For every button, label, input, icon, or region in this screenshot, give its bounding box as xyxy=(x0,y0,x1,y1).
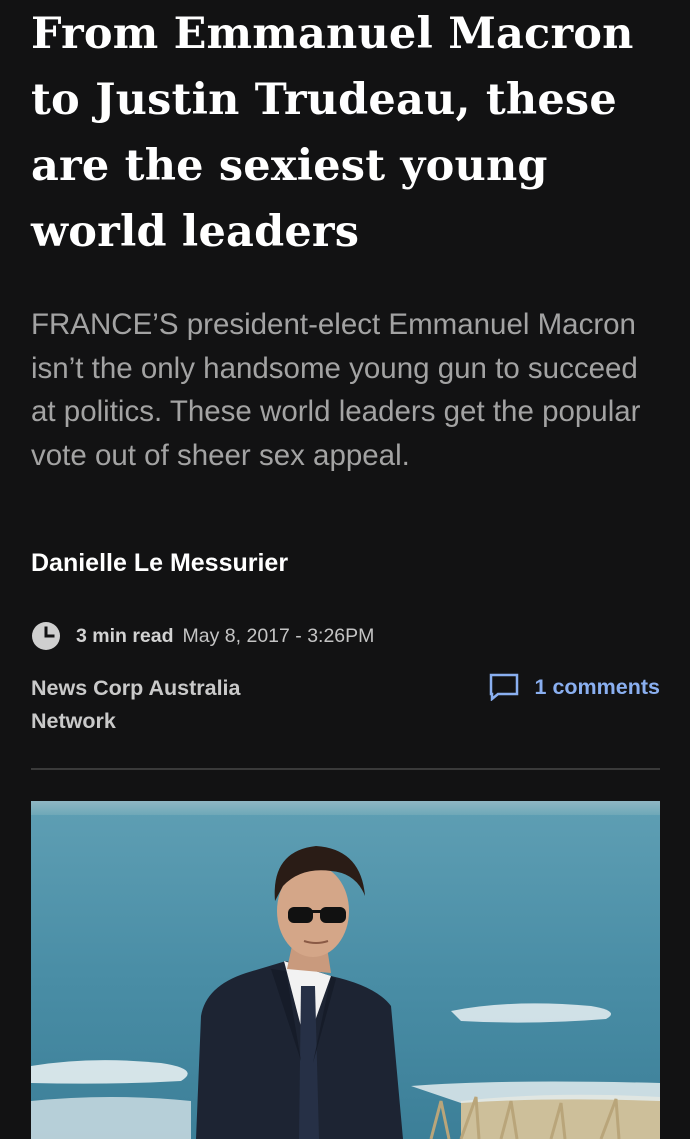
hero-image[interactable] xyxy=(31,801,660,1139)
divider xyxy=(31,768,660,770)
standfirst: FRANCE’S president-elect Emmanuel Macron… xyxy=(31,308,641,472)
comments-link[interactable]: 1 comments xyxy=(489,673,660,701)
read-time: 3 min read xyxy=(76,624,174,647)
source-network: News Corp Australia Network xyxy=(31,676,241,733)
publish-date: May 8, 2017 - 3:26PM xyxy=(182,624,375,647)
author-link[interactable]: Danielle Le Messurier xyxy=(31,549,288,578)
article-meta: 3 min read May 8, 2017 - 3:26PM xyxy=(31,620,374,652)
article: From Emmanuel Macron to Justin Trudeau, … xyxy=(31,0,660,1139)
comments-count: 1 comments xyxy=(534,674,660,699)
comment-icon xyxy=(489,673,518,701)
clock-icon xyxy=(32,622,60,650)
headline: From Emmanuel Macron to Justin Trudeau, … xyxy=(31,9,634,257)
hero-photo-illustration xyxy=(31,801,660,1139)
